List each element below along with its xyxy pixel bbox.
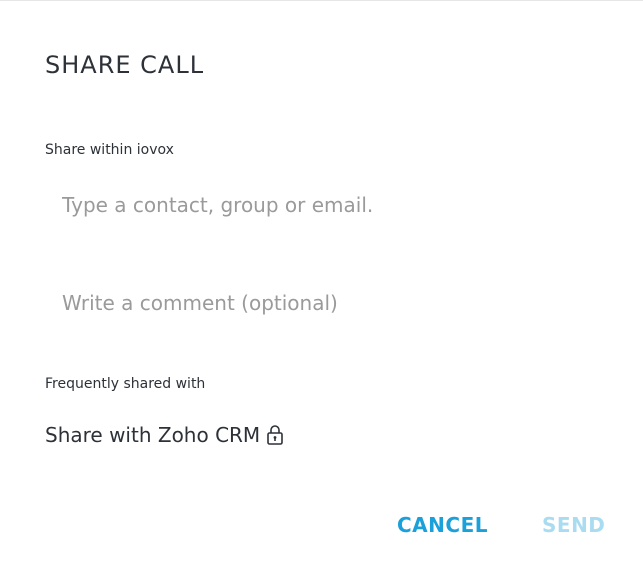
cancel-button[interactable]: CANCEL	[397, 513, 488, 537]
comment-input[interactable]	[45, 283, 598, 323]
lock-icon	[266, 424, 284, 446]
share-within-label: Share within iovox	[45, 142, 174, 158]
contact-search-input[interactable]	[45, 185, 598, 225]
share-with-zoho-crm[interactable]: Share with Zoho CRM	[45, 423, 284, 447]
send-button[interactable]: SEND	[542, 513, 605, 537]
zoho-crm-label: Share with Zoho CRM	[45, 423, 261, 447]
frequently-shared-label: Frequently shared with	[45, 376, 206, 392]
share-call-dialog: SHARE CALL Share within iovox Frequently…	[0, 0, 643, 575]
dialog-title: SHARE CALL	[45, 51, 205, 79]
